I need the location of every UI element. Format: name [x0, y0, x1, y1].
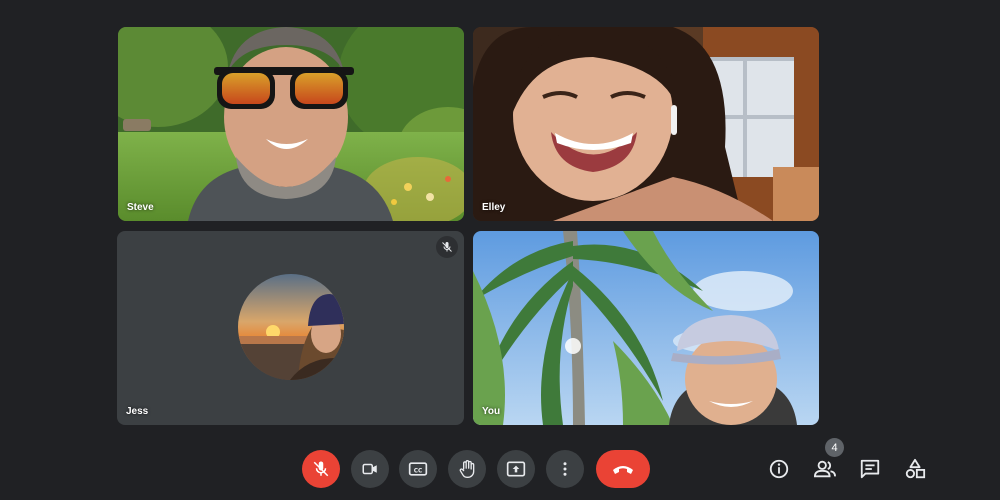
participant-name: You [482, 406, 501, 417]
mic-off-icon [442, 242, 452, 252]
activities-button[interactable] [898, 452, 932, 486]
info-icon [769, 459, 789, 479]
self-video-feed [473, 231, 819, 425]
leave-call-button[interactable] [596, 450, 650, 488]
present-screen-icon [506, 461, 526, 477]
people-icon [813, 460, 836, 478]
participant-name: Elley [482, 202, 506, 213]
video-tile-self[interactable]: You [473, 231, 819, 425]
participant-name: Steve [127, 202, 154, 213]
chat-icon [860, 459, 880, 479]
people-button[interactable] [808, 452, 842, 486]
video-tile-elley[interactable]: Elley [473, 27, 819, 221]
present-screen-button[interactable] [497, 450, 535, 488]
mic-off-icon [313, 461, 329, 477]
activities-icon [905, 458, 926, 479]
meeting-info-button[interactable] [762, 452, 796, 486]
closed-captions-icon: CC [408, 462, 428, 476]
camera-toggle-button[interactable] [351, 450, 389, 488]
participant-name: Jess [126, 406, 149, 417]
video-tile-steve[interactable]: Steve [118, 27, 464, 221]
videocam-icon [362, 463, 377, 475]
participant-muted-indicator [436, 236, 458, 258]
call-controls-bar: CC [0, 448, 1000, 488]
captions-button[interactable]: CC [399, 450, 437, 488]
svg-text:CC: CC [414, 468, 423, 474]
call-end-icon [613, 466, 633, 474]
avatar [238, 274, 344, 380]
more-vert-icon [563, 462, 567, 476]
hand-icon [459, 460, 475, 478]
more-options-button[interactable] [546, 450, 584, 488]
avatar-image [238, 274, 344, 380]
chat-button[interactable] [853, 452, 887, 486]
video-tile-jess[interactable]: Jess [117, 231, 464, 425]
participant-count-badge: 4 [825, 438, 844, 457]
steve-video-feed [118, 27, 464, 221]
raise-hand-button[interactable] [448, 450, 486, 488]
mic-toggle-button[interactable] [302, 450, 340, 488]
elley-video-feed [473, 27, 819, 221]
